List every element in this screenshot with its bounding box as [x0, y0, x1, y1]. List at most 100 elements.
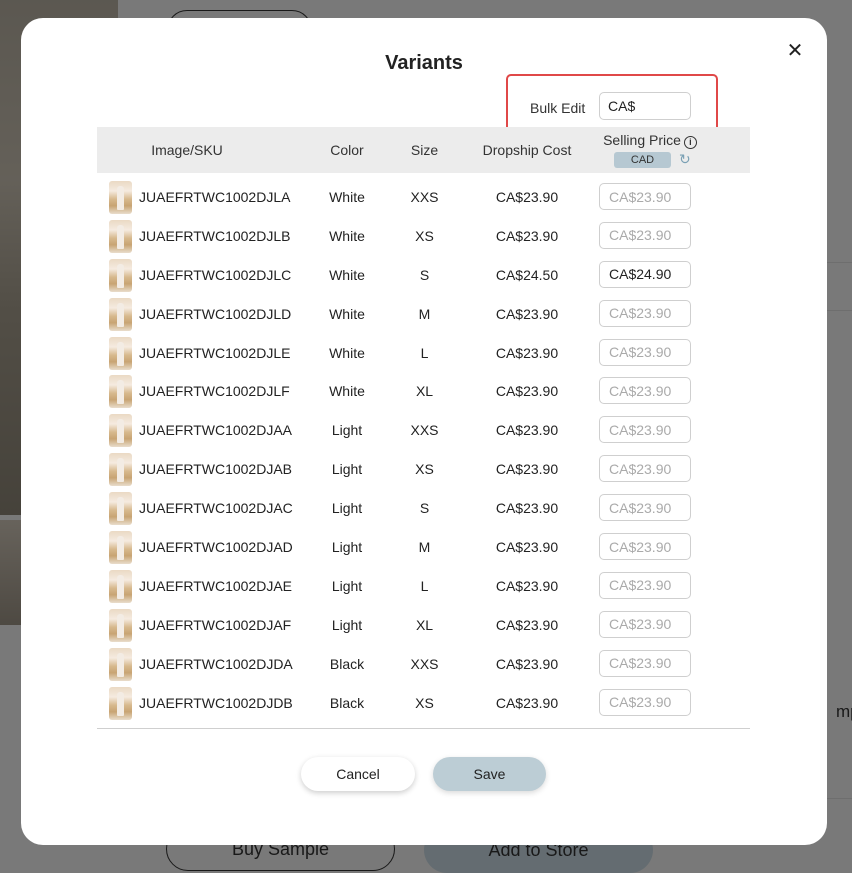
table-row: JUAEFRTWC1002DJAE Light L CA$23.90 [97, 567, 750, 606]
currency-badge[interactable]: CAD [614, 152, 671, 168]
table-row: JUAEFRTWC1002DJLF White XL CA$23.90 [97, 372, 750, 411]
variant-color: Light [331, 422, 363, 439]
table-row: JUAEFRTWC1002DJDA Black XXS CA$23.90 [97, 645, 750, 684]
variant-thumbnail [109, 453, 132, 487]
variant-color: White [329, 189, 365, 205]
variant-thumbnail [109, 181, 132, 214]
table-bottom-divider [97, 728, 750, 729]
variant-color: Light [331, 577, 363, 594]
variant-color: Black [329, 655, 365, 672]
variant-thumbnail [109, 258, 132, 292]
variants-modal: Variants ✕ Bulk Edit Image/SKU Color Siz… [21, 18, 827, 845]
variant-size: L [420, 577, 429, 594]
variant-dropship-cost: CA$23.90 [495, 616, 559, 633]
variant-sku: JUAEFRTWC1002DJAD [139, 539, 293, 556]
variant-color: White [329, 383, 365, 400]
variant-size: XXS [410, 189, 439, 205]
refresh-icon[interactable]: ↻ [679, 151, 693, 167]
variant-sku: JUAEFRTWC1002DJLD [139, 305, 292, 322]
column-header-selling-price: Selling Price i [595, 132, 705, 149]
selling-price-input[interactable] [599, 688, 691, 716]
table-row: JUAEFRTWC1002DJDB Black XS CA$23.90 [97, 684, 750, 723]
variant-size: XS [415, 694, 434, 711]
table-row: JUAEFRTWC1002DJLD White M CA$23.90 [97, 295, 750, 334]
variant-dropship-cost: CA$23.90 [495, 189, 559, 205]
variant-color: Light [331, 616, 363, 633]
variant-sku: JUAEFRTWC1002DJDA [139, 655, 293, 672]
selling-price-input[interactable] [599, 416, 691, 444]
variant-dropship-cost: CA$23.90 [495, 422, 559, 439]
selling-price-input[interactable] [599, 494, 691, 522]
variant-sku: JUAEFRTWC1002DJAE [139, 577, 293, 594]
variant-thumbnail [109, 608, 132, 642]
variant-color: Light [331, 539, 363, 556]
bulk-edit-input[interactable] [599, 92, 691, 120]
variants-table-body: JUAEFRTWC1002DJLAWhiteXXSCA$23.90JUAEFRT… [97, 178, 750, 722]
variant-dropship-cost: CA$23.90 [495, 305, 559, 322]
variant-color: Light [331, 461, 363, 478]
bulk-edit-highlight: Bulk Edit [506, 74, 718, 132]
variant-dropship-cost: CA$23.90 [495, 461, 559, 478]
variant-dropship-cost: CA$23.90 [495, 500, 559, 517]
variant-dropship-cost: CA$23.90 [495, 227, 559, 244]
variant-dropship-cost: CA$23.90 [495, 344, 559, 361]
column-header-color: Color [330, 142, 364, 158]
close-icon[interactable]: ✕ [784, 40, 806, 62]
variant-color: Light [331, 500, 363, 517]
variant-dropship-cost: CA$23.90 [495, 655, 559, 672]
variant-thumbnail [109, 414, 132, 448]
selling-price-input[interactable] [599, 610, 691, 638]
variant-sku: JUAEFRTWC1002DJLA [139, 189, 291, 205]
table-row: JUAEFRTWC1002DJLA White XXS CA$23.90 [97, 178, 750, 217]
table-row: JUAEFRTWC1002DJAD Light M CA$23.90 [97, 528, 750, 567]
selling-price-input[interactable] [599, 533, 691, 561]
variant-size: M [418, 539, 431, 556]
modal-title: Variants [385, 52, 463, 74]
table-row: JUAEFRTWC1002DJAF Light XL CA$23.90 [97, 606, 750, 645]
variant-dropship-cost: CA$23.90 [495, 539, 559, 556]
save-button[interactable]: Save [433, 757, 546, 791]
selling-price-input[interactable] [599, 649, 691, 677]
variant-color: White [329, 227, 365, 244]
selling-price-input[interactable] [599, 299, 691, 327]
selling-price-input[interactable] [599, 260, 691, 288]
variant-sku: JUAEFRTWC1002DJAA [139, 422, 293, 439]
variant-size: XXS [410, 422, 439, 439]
selling-price-input[interactable] [599, 221, 691, 249]
variant-sku: JUAEFRTWC1002DJAB [139, 461, 293, 478]
table-row: JUAEFRTWC1002DJAA Light XXS CA$23.90 [97, 411, 750, 450]
selling-price-input[interactable] [599, 183, 691, 210]
table-row: JUAEFRTWC1002DJAC Light S CA$23.90 [97, 489, 750, 528]
variant-size: XS [415, 227, 434, 244]
selling-price-input[interactable] [599, 571, 691, 599]
variant-size: M [418, 305, 431, 322]
variant-thumbnail [109, 375, 132, 409]
column-header-dropship-cost: Dropship Cost [482, 142, 572, 158]
variant-thumbnail [109, 569, 132, 603]
variant-thumbnail [109, 531, 132, 565]
cancel-button[interactable]: Cancel [301, 757, 415, 791]
selling-price-input[interactable] [599, 377, 691, 405]
variant-dropship-cost: CA$23.90 [495, 694, 559, 711]
variant-size: XXS [410, 655, 439, 672]
table-header: Image/SKU Color Size Dropship Cost Selli… [97, 127, 750, 173]
variant-size: XL [415, 383, 434, 400]
bulk-edit-label: Bulk Edit [530, 100, 586, 116]
variant-size: S [419, 266, 430, 283]
variant-size: S [419, 500, 430, 517]
selling-price-input[interactable] [599, 338, 691, 366]
variant-sku: JUAEFRTWC1002DJLB [139, 227, 291, 244]
selling-price-label: Selling Price [603, 132, 681, 148]
selling-price-input[interactable] [599, 455, 691, 483]
variant-dropship-cost: CA$23.90 [495, 577, 559, 594]
variant-dropship-cost: CA$24.50 [495, 266, 559, 283]
info-icon[interactable]: i [683, 136, 697, 149]
table-row: JUAEFRTWC1002DJLC White S CA$24.50 [97, 256, 750, 295]
variant-color: White [329, 344, 365, 361]
variant-thumbnail [109, 492, 132, 526]
table-row: JUAEFRTWC1002DJLE White L CA$23.90 [97, 334, 750, 373]
variant-size: XS [415, 461, 434, 478]
variant-thumbnail [109, 686, 132, 720]
variant-sku: JUAEFRTWC1002DJLF [139, 383, 290, 400]
column-header-image-sku: Image/SKU [151, 142, 223, 158]
